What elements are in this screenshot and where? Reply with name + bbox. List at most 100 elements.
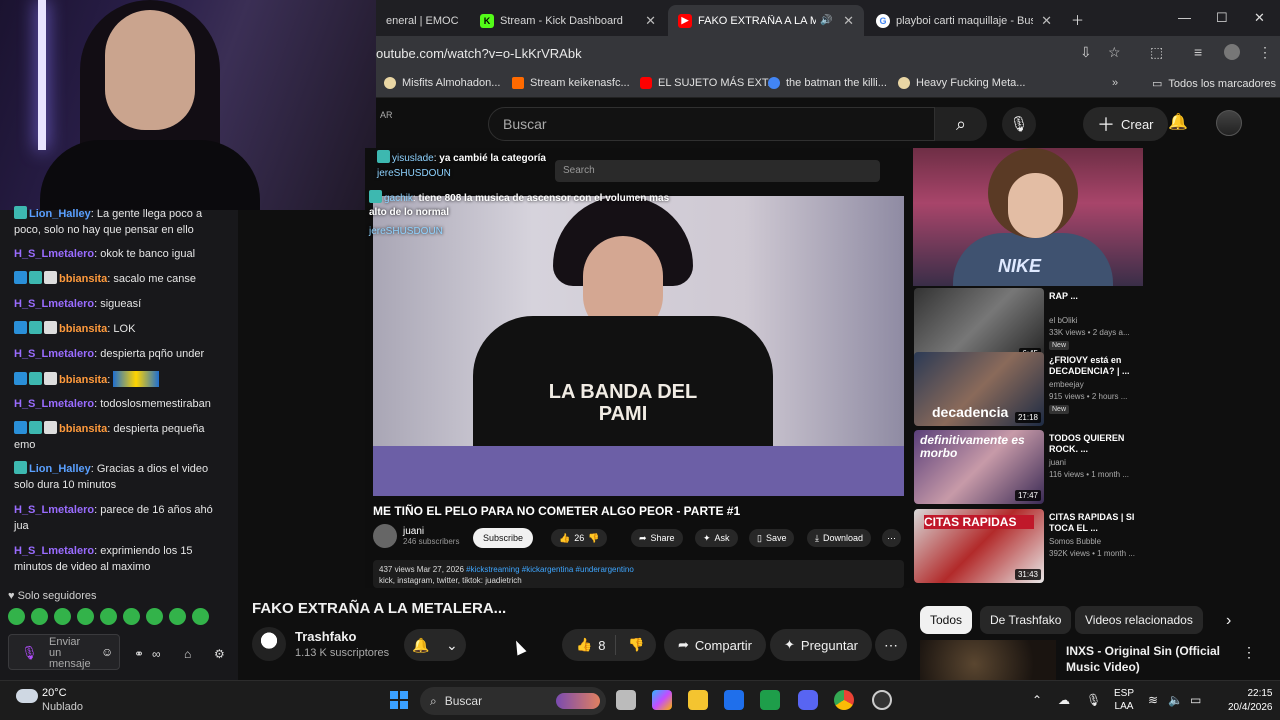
emote-icon[interactable] [100,608,117,625]
emote-icon[interactable] [8,608,25,625]
close-window-icon[interactable]: ✕ [1254,10,1265,26]
menu-kebab-icon[interactable]: ⋮ [1258,44,1272,61]
notifications-bell-icon[interactable]: 🔔 [1168,112,1188,132]
mic-icon[interactable]: 🎙 [1002,107,1036,141]
emote-icon[interactable] [146,608,163,625]
close-tab-icon[interactable]: ✕ [1033,13,1052,29]
windows-start-icon[interactable] [390,691,408,709]
side-video-title[interactable]: INXS - Original Sin (Official Music Vide… [1066,643,1236,675]
media-control-icon[interactable]: ≡ [1194,44,1202,60]
side-video-menu-icon[interactable]: ⋮ [1242,644,1256,661]
mic-icon[interactable]: 🎙 [1086,693,1101,707]
emote-icon[interactable] [123,608,140,625]
bookmarks-overflow-icon[interactable]: » [1112,77,1118,89]
chevron-right-icon[interactable]: › [1226,612,1231,630]
chat-username[interactable]: bbiansita [59,374,107,386]
shirt-print: LA BANDA DEL PAMI [548,381,698,425]
side-video-thumbnail[interactable] [920,640,1056,680]
ask-button[interactable]: ✦ Preguntar [770,629,872,661]
file-explorer-icon[interactable] [688,690,708,710]
new-tab-icon[interactable]: ＋ [1071,10,1084,29]
store-icon[interactable]: ⌂ [184,647,191,661]
close-tab-icon[interactable]: ✕ [637,13,656,29]
language-indicator[interactable]: ESP LAA [1114,687,1134,713]
emote-icon[interactable] [192,608,209,625]
maximize-icon[interactable]: ☐ [1216,10,1228,26]
emote-icon[interactable] [77,608,94,625]
taskbar-search[interactable]: ⌕ Buscar [420,687,606,715]
chat-username[interactable]: bbiansita [59,323,107,335]
chat-username[interactable]: H_S_Lmetalero [14,545,94,557]
account-avatar[interactable] [1216,110,1242,136]
tab-google-search[interactable]: G playboi carti maquillaje - Busca ✕ [866,5,1062,36]
bookmark-item[interactable]: Stream keikenasfc... [512,77,630,89]
excel-icon[interactable] [760,690,780,710]
bookmark-item[interactable]: the batman the killi... [768,77,887,89]
chat-username[interactable]: bbiansita [59,423,107,435]
emote-icon[interactable] [54,608,71,625]
emote-icon[interactable] [31,608,48,625]
word-icon[interactable] [724,690,744,710]
chat-username[interactable]: H_S_Lmetalero [14,348,94,360]
extensions-icon[interactable]: ⬚ [1150,44,1163,61]
chat-username[interactable]: Lion_Halley [29,463,91,475]
bookmark-item[interactable]: Misfits Almohadon... [384,77,500,89]
bookmark-item[interactable]: Heavy Fucking Meta... [898,77,1025,89]
url-field[interactable]: outube.com/watch?v=o-LkKrVRAbk [376,46,582,61]
obs-icon[interactable] [872,690,892,710]
chat-username[interactable]: bbiansita [59,273,107,285]
share-button[interactable]: ➦ Compartir [664,629,766,661]
video-player[interactable]: Search LA BANDA DEL PAMI yisuslade: ya c… [365,148,910,588]
chat-username[interactable]: H_S_Lmetalero [14,398,94,410]
install-app-icon[interactable]: ⇩ [1080,44,1092,61]
discord-icon[interactable] [798,690,818,710]
onedrive-icon[interactable]: ☁ [1058,693,1070,707]
create-button[interactable]: ＋ Crear [1083,107,1168,141]
gear-icon[interactable]: ⚙ [214,647,225,661]
bookmark-star-icon[interactable]: ☆ [1108,44,1121,61]
subscription-bell-button[interactable]: 🔔 ⌄ [404,629,466,661]
infinity-icon[interactable]: ∞ [152,647,161,661]
channel-avatar[interactable] [252,627,286,661]
close-tab-icon[interactable]: ✕ [835,13,854,29]
minimize-icon[interactable]: — [1178,10,1191,25]
tab-youtube-active[interactable]: ▶ FAKO EXTRAÑA A LA METAL 🔊 ✕ [668,5,864,36]
chip-todos[interactable]: Todos [920,606,973,634]
copilot-icon[interactable] [652,690,672,710]
battery-icon[interactable]: ▭ [1190,693,1201,707]
emoji-icon[interactable]: ☺ [101,645,113,659]
youtube-search-input[interactable]: Buscar [488,107,935,141]
search-icon[interactable]: ⌕ [935,107,987,141]
audio-icon[interactable]: 🔊 [820,15,832,26]
chip-videos-relacionados[interactable]: Videos relacionados [1075,606,1203,634]
chip-de-trashfako[interactable]: De Trashfako [980,606,1072,634]
chat-username[interactable]: H_S_Lmetalero [14,504,94,516]
all-bookmarks-folder[interactable]: ▭ Todos los marcadores [1152,77,1276,91]
share-icon: ➦ [639,532,647,543]
close-tab-icon[interactable]: ✕ [459,13,468,29]
profile-avatar[interactable] [1224,44,1240,60]
wifi-icon[interactable]: ≋ [1148,693,1158,707]
more-actions-icon[interactable]: ⋯ [875,629,907,661]
task-view-icon[interactable] [616,690,636,710]
mic-icon[interactable]: 🎙 [21,645,38,661]
clock[interactable]: 22:15 20/4/2026 [1228,687,1273,715]
chat-message-input[interactable]: 🎙 Enviar un mensaje ☺ [8,634,120,670]
chat-username[interactable]: H_S_Lmetalero [14,248,94,260]
dislike-button[interactable]: 👎 [616,637,656,653]
tab-emoc[interactable]: eneral | EMOC ✕ [376,5,468,36]
like-button[interactable]: 👍 8 [562,635,617,655]
chrome-icon[interactable] [834,690,854,710]
tab-kick-dashboard[interactable]: K Stream - Kick Dashboard ✕ [470,5,666,36]
weather-temp[interactable]: 20°C [42,687,67,699]
users-icon[interactable]: ⚭ [134,647,144,661]
bookmark-item[interactable]: EL SUJETO MÁS EXT... [640,77,777,89]
weather-desc[interactable]: Nublado [42,701,83,713]
emote-icon[interactable] [169,608,186,625]
chat-username[interactable]: H_S_Lmetalero [14,298,94,310]
channel-name[interactable]: Trashfako [295,629,356,644]
cloud-icon[interactable] [16,689,38,703]
chat-username[interactable]: Lion_Halley [29,208,91,220]
volume-icon[interactable]: 🔈 [1168,693,1183,707]
chevron-up-icon[interactable]: ⌃ [1032,693,1042,707]
